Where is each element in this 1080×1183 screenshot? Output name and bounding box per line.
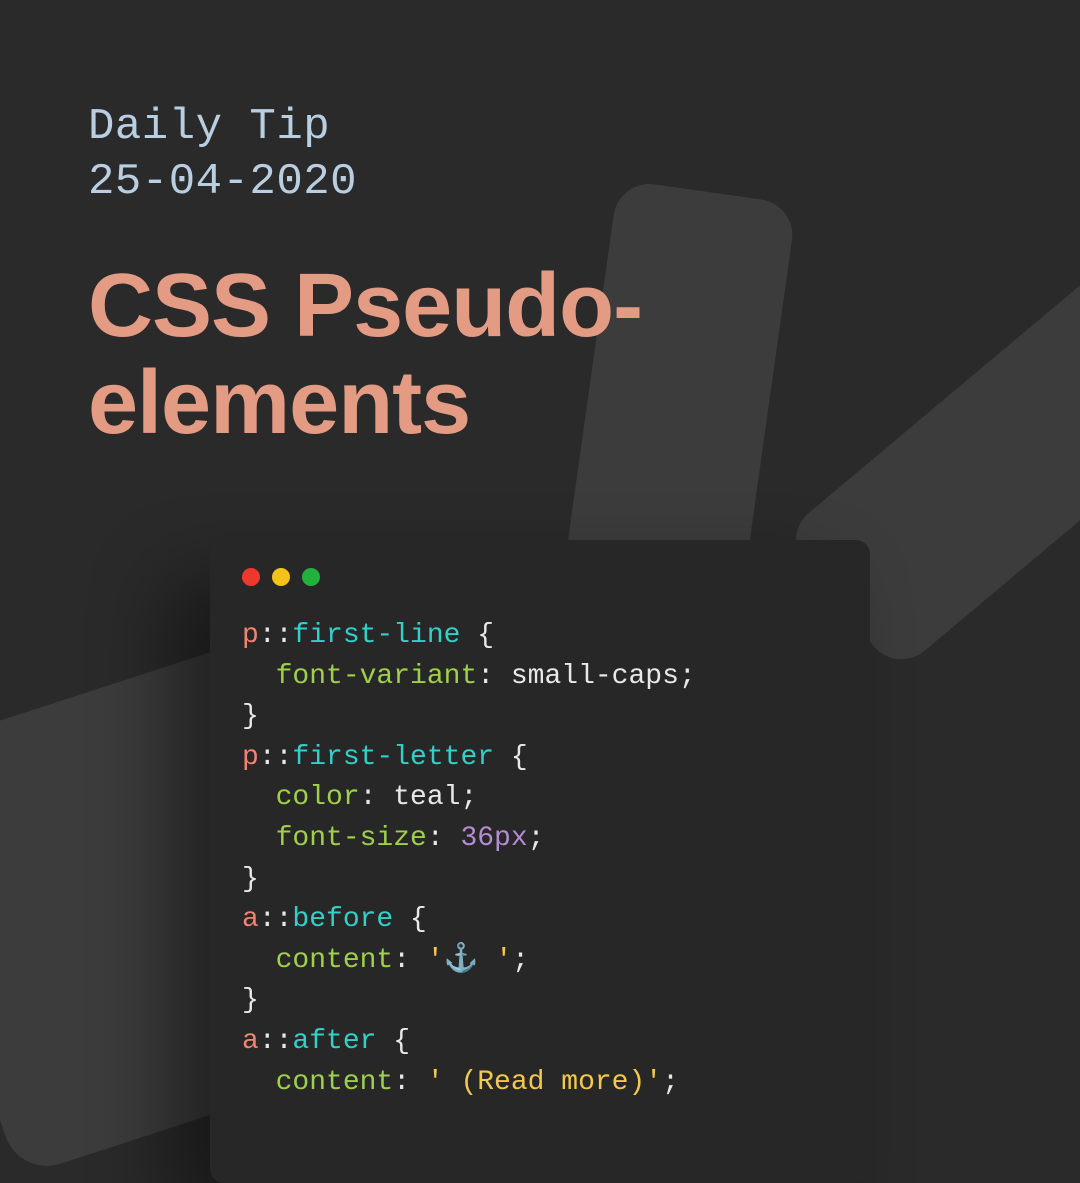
code-punct: :: xyxy=(259,1026,293,1057)
code-punct: { xyxy=(494,742,528,773)
code-selector: after xyxy=(292,1026,376,1057)
code-block: p::first-line { font-variant: small-caps… xyxy=(242,616,838,1103)
close-icon xyxy=(242,568,260,586)
code-window: p::first-line { font-variant: small-caps… xyxy=(210,540,870,1183)
code-number: 36px xyxy=(460,823,527,854)
code-prop: color xyxy=(276,782,360,813)
code-tag: p xyxy=(242,742,259,773)
code-tag: a xyxy=(242,1026,259,1057)
code-string: ' (Read more)' xyxy=(427,1067,662,1098)
code-punct: :: xyxy=(259,620,293,651)
code-selector: first-line xyxy=(292,620,460,651)
code-punct: } xyxy=(242,864,259,895)
code-punct: } xyxy=(242,701,259,732)
code-punct: } xyxy=(242,985,259,1016)
code-indent xyxy=(242,661,276,692)
code-indent xyxy=(242,823,276,854)
code-tag: a xyxy=(242,904,259,935)
code-prop: font-size xyxy=(276,823,427,854)
code-punct: ; xyxy=(528,823,545,854)
page-title: CSS Pseudo- elements xyxy=(88,258,992,452)
code-prop: content xyxy=(276,1067,394,1098)
code-prop: content xyxy=(276,945,394,976)
code-indent xyxy=(242,782,276,813)
kicker-line: Daily Tip xyxy=(88,102,330,152)
code-tag: p xyxy=(242,620,259,651)
code-prop: font-variant xyxy=(276,661,478,692)
code-punct: :: xyxy=(259,904,293,935)
code-selector: before xyxy=(292,904,393,935)
code-indent xyxy=(242,945,276,976)
code-punct: :: xyxy=(259,742,293,773)
code-value: teal xyxy=(393,782,460,813)
code-selector: first-letter xyxy=(292,742,494,773)
minimize-icon xyxy=(272,568,290,586)
code-string: '⚓ ' xyxy=(427,945,512,976)
code-punct: ; xyxy=(512,945,529,976)
title-line: elements xyxy=(88,353,470,453)
title-line: CSS Pseudo- xyxy=(88,256,642,356)
header-block: Daily Tip 25-04-2020 CSS Pseudo- element… xyxy=(0,0,1080,452)
code-punct: : xyxy=(393,1067,427,1098)
code-punct: { xyxy=(460,620,494,651)
code-punct: ; xyxy=(679,661,696,692)
kicker-line: 25-04-2020 xyxy=(88,157,357,207)
code-indent xyxy=(242,1067,276,1098)
code-punct: : xyxy=(477,661,511,692)
code-punct: : xyxy=(360,782,394,813)
code-punct: ; xyxy=(460,782,477,813)
maximize-icon xyxy=(302,568,320,586)
code-punct: ; xyxy=(662,1067,679,1098)
code-punct: { xyxy=(393,904,427,935)
code-punct: : xyxy=(427,823,461,854)
code-punct: : xyxy=(393,945,427,976)
window-controls xyxy=(242,568,838,586)
kicker: Daily Tip 25-04-2020 xyxy=(88,100,992,210)
code-punct: { xyxy=(376,1026,410,1057)
code-value: small-caps xyxy=(511,661,679,692)
